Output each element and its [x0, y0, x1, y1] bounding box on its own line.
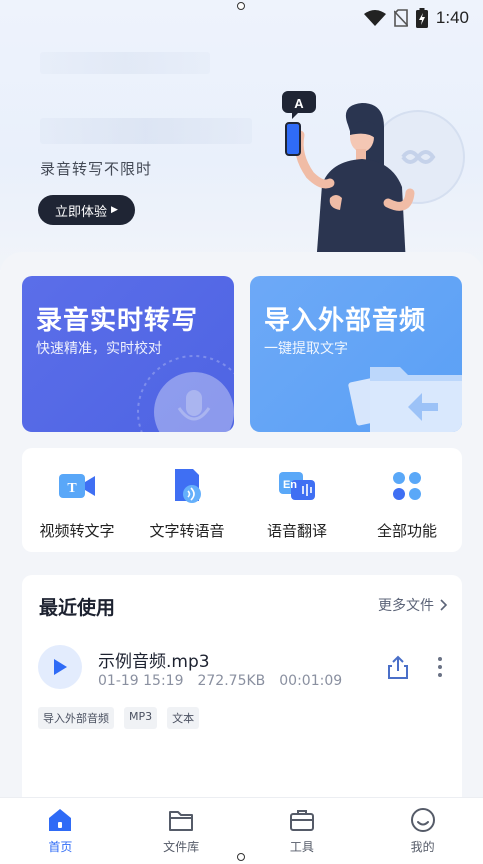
status-time: 1:40: [435, 8, 469, 27]
record-card-title: 录音实时转写: [36, 306, 199, 336]
dot: [438, 657, 442, 661]
tab-file-library[interactable]: 文件库: [136, 798, 226, 864]
share-icon: [388, 655, 408, 679]
home-indicator: [237, 853, 245, 861]
file-duration: 00:01:09: [279, 673, 343, 689]
try-now-label: 立即体验: [55, 204, 108, 220]
text-to-speech-icon: [167, 466, 207, 506]
share-button[interactable]: [384, 653, 412, 681]
tab-label: 工具: [289, 840, 314, 854]
try-now-button[interactable]: 立即体验 ▶: [38, 195, 135, 225]
recent-title: 最近使用: [39, 597, 116, 619]
file-date: 01-19 15:19: [98, 673, 184, 689]
file-tags: 导入外部音频 MP3 文本: [38, 707, 200, 729]
home-icon: [49, 809, 72, 831]
no-sim-icon: [393, 9, 408, 27]
hero-banner[interactable]: 1:40 录音转写不限时 立即体验 ▶ A: [0, 0, 483, 270]
file-size: 272.75KB: [197, 673, 266, 689]
status-bar: 1:40: [0, 0, 483, 36]
chevron-right-icon: [440, 599, 448, 611]
tool-video-to-text[interactable]: T 视频转文字: [22, 466, 132, 541]
tab-home[interactable]: 首页: [15, 798, 105, 864]
svg-text:T: T: [67, 481, 77, 496]
play-icon: [54, 659, 67, 675]
file-tag: 文本: [167, 707, 200, 729]
wifi-icon: [363, 10, 386, 26]
battery-charging-icon: [415, 8, 428, 28]
folder-import-icon: [348, 367, 462, 432]
recent-files-panel: 最近使用 更多文件 示例音频.mp3 01-19 15:19 272.75KB …: [22, 575, 462, 797]
file-meta: 01-19 15:19 272.75KB 00:01:09: [98, 673, 342, 689]
tools-panel: T 视频转文字 文字转语音 En 语音翻译 全部功能: [22, 448, 462, 552]
dot: [438, 673, 442, 677]
toolbox-icon: [289, 810, 314, 831]
file-name[interactable]: 示例音频.mp3: [98, 647, 210, 672]
play-button[interactable]: [38, 645, 82, 689]
voice-translate-icon: En: [277, 466, 317, 506]
more-files-link[interactable]: 更多文件: [378, 595, 448, 615]
promo-text: 录音转写不限时: [40, 160, 153, 178]
tool-label: 语音翻译: [266, 522, 327, 540]
folder-icon: [169, 811, 194, 831]
woman-with-phone-illustration: A: [282, 91, 465, 265]
tool-label: 文字转语音: [149, 522, 225, 540]
tool-text-to-speech[interactable]: 文字转语音: [132, 466, 242, 541]
svg-text:En: En: [283, 479, 297, 491]
tab-label: 我的: [410, 840, 435, 854]
tab-label: 首页: [48, 840, 73, 854]
record-realtime-card[interactable]: 录音实时转写 快速精准，实时校对: [22, 276, 234, 432]
more-files-label: 更多文件: [378, 598, 434, 614]
banner-blur-heading: [40, 52, 210, 74]
profile-icon: [410, 808, 435, 832]
tool-voice-translate[interactable]: En 语音翻译: [242, 466, 352, 541]
chevron-right-icon: ▶: [111, 205, 118, 215]
microphone-icon: [137, 355, 234, 432]
tool-all-features[interactable]: 全部功能: [352, 466, 462, 541]
svg-text:A: A: [294, 96, 304, 111]
all-features-icon: [387, 466, 427, 506]
tool-label: 视频转文字: [39, 522, 115, 540]
more-options-button[interactable]: [430, 653, 450, 681]
file-tag: 导入外部音频: [38, 707, 114, 729]
tab-profile[interactable]: 我的: [378, 798, 468, 864]
video-to-text-icon: T: [57, 466, 97, 506]
tab-label: 文件库: [163, 840, 200, 854]
import-audio-card[interactable]: 导入外部音频 一键提取文字: [250, 276, 462, 432]
import-card-title: 导入外部音频: [264, 306, 427, 336]
import-card-subtitle: 一键提取文字: [264, 341, 348, 357]
dot: [438, 665, 442, 669]
banner-blur-title: [40, 118, 252, 144]
file-tag: MP3: [124, 707, 158, 729]
tool-label: 全部功能: [376, 522, 437, 540]
tab-tools[interactable]: 工具: [257, 798, 347, 864]
